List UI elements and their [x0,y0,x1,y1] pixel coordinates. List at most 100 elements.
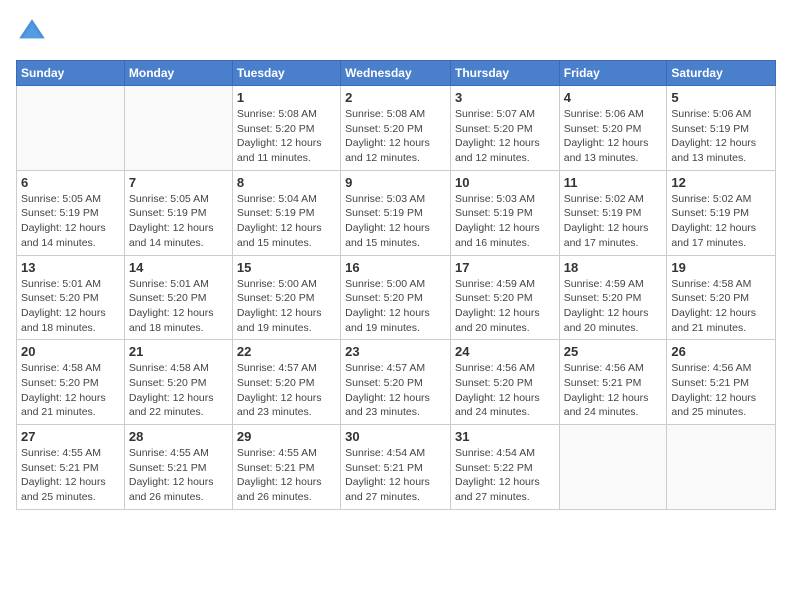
day-of-week-header: Monday [124,61,232,86]
day-info: Sunrise: 4:58 AMSunset: 5:20 PMDaylight:… [21,361,120,420]
calendar-cell: 29 Sunrise: 4:55 AMSunset: 5:21 PMDayligh… [232,425,340,510]
day-number: 27 [21,429,120,444]
calendar-cell: 30Sunrise: 4:54 AMSunset: 5:21 PMDayligh… [341,425,451,510]
day-number: 6 [21,175,120,190]
day-info: Sunrise: 4:54 AMSunset: 5:21 PMDaylight:… [345,446,446,505]
day-number: 4 [564,90,663,105]
day-number: 25 [564,344,663,359]
calendar-cell: 25 Sunrise: 4:56 AMSunset: 5:21 PMDayligh… [559,340,667,425]
calendar-cell [124,86,232,171]
day-number: 16 [345,260,446,275]
calendar-cell: 16 Sunrise: 5:00 AMSunset: 5:20 PMDayligh… [341,255,451,340]
calendar-cell: 7Sunrise: 5:05 AMSunset: 5:19 PMDaylight… [124,170,232,255]
calendar-week-row: 1 Sunrise: 5:08 AMSunset: 5:20 PMDaylight… [17,86,776,171]
day-number: 10 [455,175,555,190]
calendar-cell: 9 Sunrise: 5:03 AMSunset: 5:19 PMDaylight… [341,170,451,255]
day-info: Sunrise: 5:01 AMSunset: 5:20 PMDaylight:… [129,277,228,336]
calendar-cell: 26 Sunrise: 4:56 AMSunset: 5:21 PMDayligh… [667,340,776,425]
calendar-week-row: 27 Sunrise: 4:55 AMSunset: 5:21 PMDayligh… [17,425,776,510]
day-info: Sunrise: 5:04 AMSunset: 5:19 PMDaylight:… [237,192,336,251]
day-number: 23 [345,344,446,359]
day-number: 24 [455,344,555,359]
day-info: Sunrise: 4:54 AMSunset: 5:22 PMDaylight:… [455,446,555,505]
day-info: Sunrise: 4:59 AMSunset: 5:20 PMDaylight:… [564,277,663,336]
calendar-cell: 2Sunrise: 5:08 AMSunset: 5:20 PMDaylight… [341,86,451,171]
calendar-cell: 23 Sunrise: 4:57 AMSunset: 5:20 PMDayligh… [341,340,451,425]
calendar-cell: 18 Sunrise: 4:59 AMSunset: 5:20 PMDayligh… [559,255,667,340]
day-of-week-header: Tuesday [232,61,340,86]
day-number: 14 [129,260,228,275]
day-info: Sunrise: 4:56 AMSunset: 5:20 PMDaylight:… [455,361,555,420]
calendar-cell: 17 Sunrise: 4:59 AMSunset: 5:20 PMDayligh… [450,255,559,340]
day-info: Sunrise: 5:08 AMSunset: 5:20 PMDaylight:… [237,107,336,166]
day-of-week-header: Friday [559,61,667,86]
day-info: Sunrise: 5:07 AMSunset: 5:20 PMDaylight:… [455,107,555,166]
day-info: Sunrise: 5:00 AMSunset: 5:20 PMDaylight:… [345,277,446,336]
day-number: 26 [671,344,771,359]
calendar-cell: 6 Sunrise: 5:05 AMSunset: 5:19 PMDaylight… [17,170,125,255]
day-info: Sunrise: 5:06 AMSunset: 5:20 PMDaylight:… [564,107,663,166]
calendar-cell: 8 Sunrise: 5:04 AMSunset: 5:19 PMDaylight… [232,170,340,255]
day-number: 19 [671,260,771,275]
calendar-cell: 5 Sunrise: 5:06 AMSunset: 5:19 PMDaylight… [667,86,776,171]
day-number: 21 [129,344,228,359]
day-info: Sunrise: 5:02 AMSunset: 5:19 PMDaylight:… [564,192,663,251]
day-info: Sunrise: 5:03 AMSunset: 5:19 PMDaylight:… [345,192,446,251]
calendar-cell: 1 Sunrise: 5:08 AMSunset: 5:20 PMDaylight… [232,86,340,171]
calendar-cell: 31 Sunrise: 4:54 AMSunset: 5:22 PMDayligh… [450,425,559,510]
calendar-header-row: SundayMondayTuesdayWednesdayThursdayFrid… [17,61,776,86]
day-info: Sunrise: 5:03 AMSunset: 5:19 PMDaylight:… [455,192,555,251]
calendar-cell [667,425,776,510]
day-of-week-header: Saturday [667,61,776,86]
day-of-week-header: Thursday [450,61,559,86]
calendar-cell [559,425,667,510]
day-info: Sunrise: 4:57 AMSunset: 5:20 PMDaylight:… [237,361,336,420]
day-info: Sunrise: 5:02 AMSunset: 5:19 PMDaylight:… [671,192,771,251]
calendar-cell [17,86,125,171]
day-number: 5 [671,90,771,105]
day-number: 22 [237,344,336,359]
page-header [16,16,776,48]
day-info: Sunrise: 5:05 AMSunset: 5:19 PMDaylight:… [21,192,120,251]
calendar-cell: 27 Sunrise: 4:55 AMSunset: 5:21 PMDayligh… [17,425,125,510]
calendar-cell: 13Sunrise: 5:01 AMSunset: 5:20 PMDayligh… [17,255,125,340]
day-info: Sunrise: 4:56 AMSunset: 5:21 PMDaylight:… [564,361,663,420]
day-number: 29 [237,429,336,444]
calendar-cell: 11 Sunrise: 5:02 AMSunset: 5:19 PMDayligh… [559,170,667,255]
day-number: 12 [671,175,771,190]
logo [16,16,52,48]
day-number: 7 [129,175,228,190]
day-number: 28 [129,429,228,444]
calendar-week-row: 20Sunrise: 4:58 AMSunset: 5:20 PMDayligh… [17,340,776,425]
day-info: Sunrise: 4:55 AMSunset: 5:21 PMDaylight:… [237,446,336,505]
day-info: Sunrise: 4:57 AMSunset: 5:20 PMDaylight:… [345,361,446,420]
day-number: 3 [455,90,555,105]
calendar-table: SundayMondayTuesdayWednesdayThursdayFrid… [16,60,776,510]
day-of-week-header: Wednesday [341,61,451,86]
calendar-cell: 22 Sunrise: 4:57 AMSunset: 5:20 PMDayligh… [232,340,340,425]
calendar-cell: 15 Sunrise: 5:00 AMSunset: 5:20 PMDayligh… [232,255,340,340]
calendar-cell: 4 Sunrise: 5:06 AMSunset: 5:20 PMDaylight… [559,86,667,171]
day-number: 17 [455,260,555,275]
day-number: 31 [455,429,555,444]
day-number: 8 [237,175,336,190]
calendar-cell: 12 Sunrise: 5:02 AMSunset: 5:19 PMDayligh… [667,170,776,255]
day-number: 9 [345,175,446,190]
calendar-cell: 24 Sunrise: 4:56 AMSunset: 5:20 PMDayligh… [450,340,559,425]
day-info: Sunrise: 4:59 AMSunset: 5:20 PMDaylight:… [455,277,555,336]
day-of-week-header: Sunday [17,61,125,86]
day-number: 11 [564,175,663,190]
day-info: Sunrise: 4:55 AMSunset: 5:21 PMDaylight:… [21,446,120,505]
calendar-cell: 3 Sunrise: 5:07 AMSunset: 5:20 PMDaylight… [450,86,559,171]
calendar-week-row: 13Sunrise: 5:01 AMSunset: 5:20 PMDayligh… [17,255,776,340]
day-number: 1 [237,90,336,105]
day-number: 18 [564,260,663,275]
calendar-cell: 20Sunrise: 4:58 AMSunset: 5:20 PMDayligh… [17,340,125,425]
day-info: Sunrise: 5:00 AMSunset: 5:20 PMDaylight:… [237,277,336,336]
day-number: 15 [237,260,336,275]
day-info: Sunrise: 4:56 AMSunset: 5:21 PMDaylight:… [671,361,771,420]
calendar-cell: 10 Sunrise: 5:03 AMSunset: 5:19 PMDayligh… [450,170,559,255]
day-info: Sunrise: 5:06 AMSunset: 5:19 PMDaylight:… [671,107,771,166]
logo-icon [16,16,48,48]
calendar-cell: 19Sunrise: 4:58 AMSunset: 5:20 PMDayligh… [667,255,776,340]
